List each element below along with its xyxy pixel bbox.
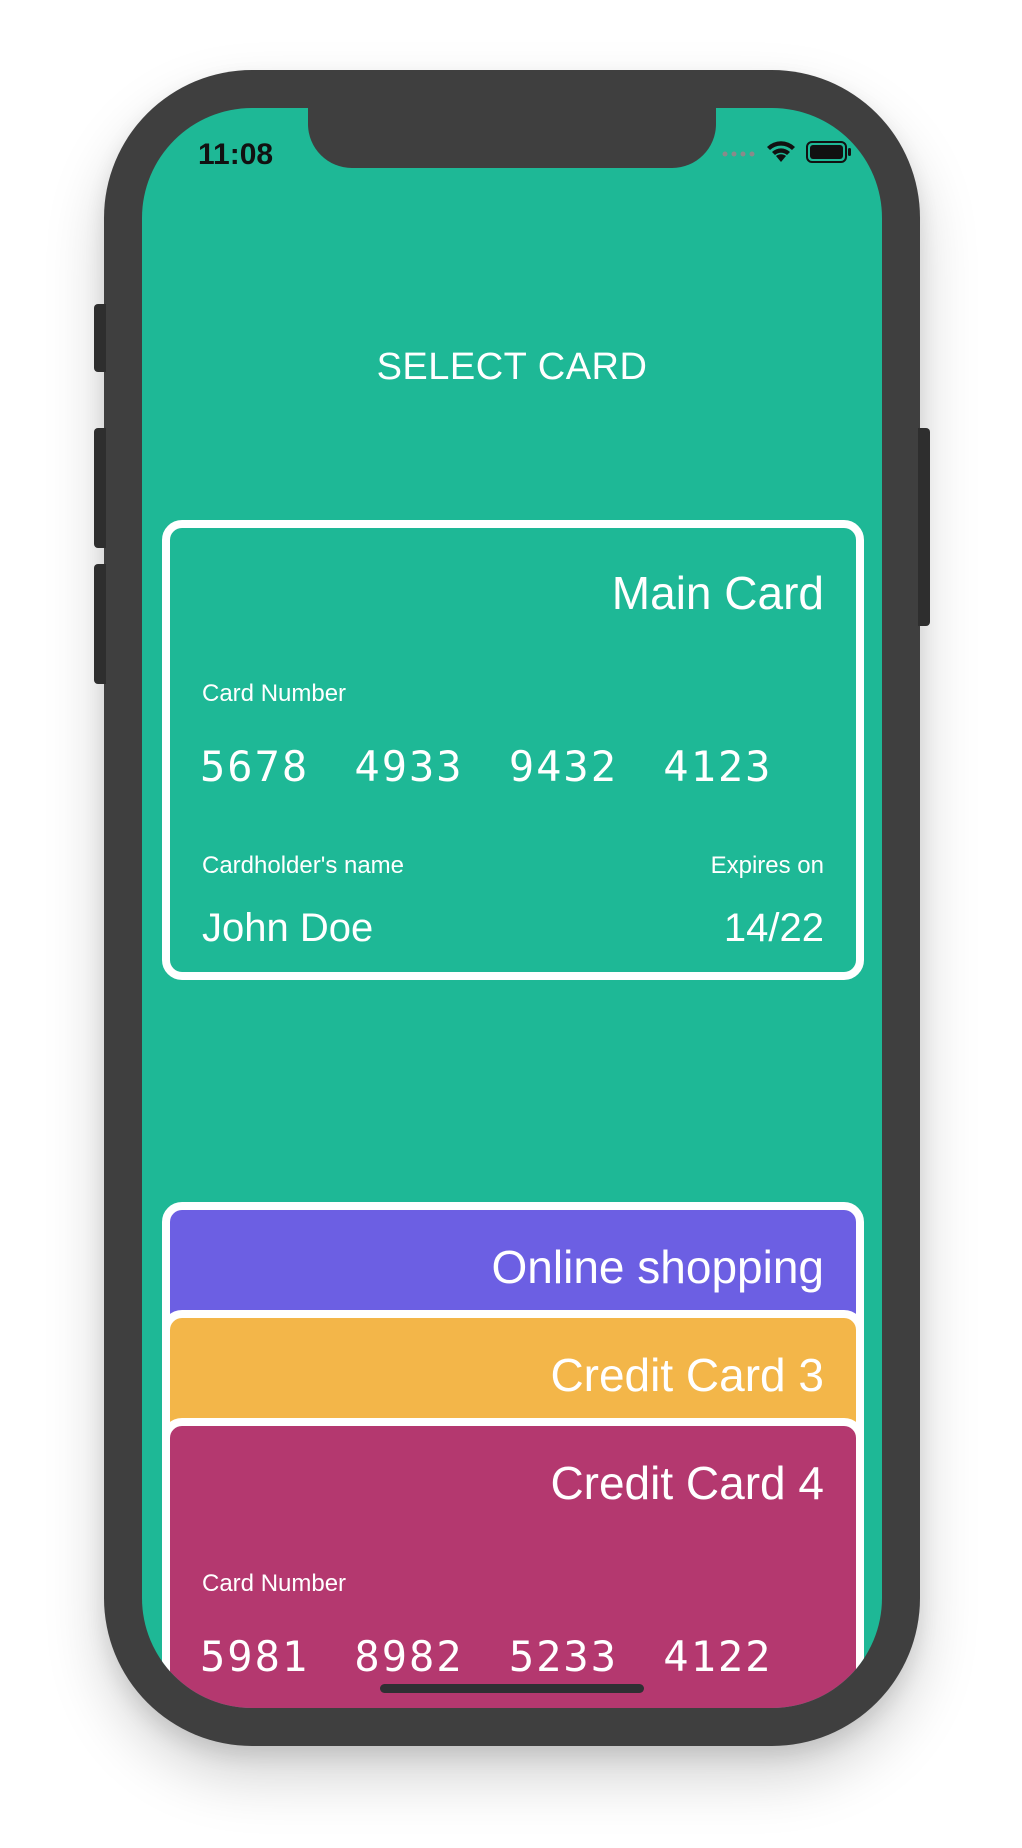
card-number: 5981 8982 5233 4122 [200, 1632, 773, 1681]
card-number-label: Card Number [202, 1570, 347, 1597]
card-name: Credit Card 4 [550, 1457, 824, 1509]
card-main[interactable]: Main Card Card Number 5678 4933 9432 412… [162, 520, 864, 980]
card-name: Online shopping [491, 1241, 824, 1293]
app-screen: 11:08 SELECT CARD Main Card Card Number … [142, 108, 882, 1708]
wifi-icon [767, 141, 795, 162]
card-number: 5678 4933 9432 4123 [200, 742, 773, 791]
home-indicator[interactable] [380, 1684, 644, 1693]
card-number-label: Card Number [202, 680, 347, 707]
card-name: Credit Card 3 [550, 1349, 824, 1401]
card-credit-card-4[interactable]: Credit Card 4 Card Number 5981 8982 5233… [162, 1418, 864, 1708]
expiry-date: 14/22 [723, 906, 824, 950]
cardholder-label: Cardholder's name [202, 852, 405, 879]
cardholder-name: John Doe [202, 906, 374, 950]
page-title: SELECT CARD [376, 346, 648, 388]
battery-icon [806, 141, 851, 163]
mute-switch [94, 304, 106, 372]
volume-down-button [94, 564, 106, 684]
card-name: Main Card [611, 567, 824, 619]
volume-up-button [94, 428, 106, 548]
notch [308, 108, 716, 168]
expiry-label: Expires on [710, 852, 824, 879]
status-icons [722, 140, 852, 164]
cellular-signal-icon [722, 151, 755, 157]
status-time: 11:08 [198, 138, 274, 171]
power-button [918, 428, 930, 626]
